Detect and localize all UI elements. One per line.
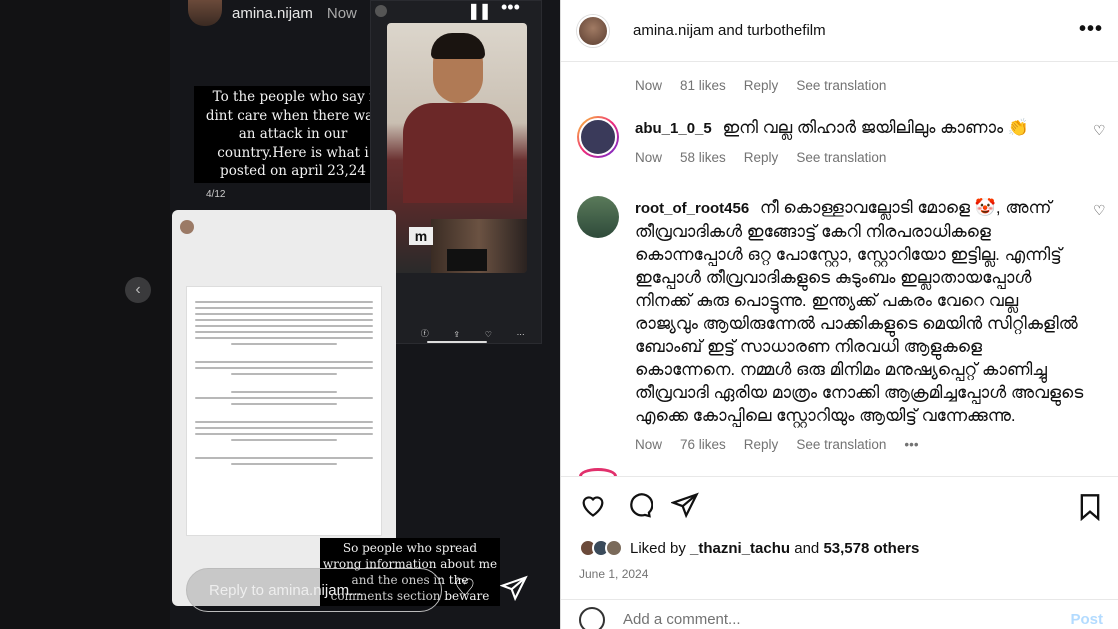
- story-time: Now: [326, 4, 357, 22]
- comment-likes[interactable]: 58 likes: [680, 146, 726, 169]
- liked-by-prefix: Liked by: [630, 539, 686, 557]
- avatar: [180, 220, 194, 234]
- facebook-icon[interactable]: ⓕ: [421, 328, 429, 339]
- pause-icon[interactable]: ❚❚: [467, 1, 492, 21]
- comment-text: ഇനി വല്ല തിഹാർ ജയിലിലും കാണാം 👏: [722, 118, 1030, 137]
- avatar: [375, 5, 387, 17]
- share-icon[interactable]: ⇪: [453, 330, 460, 339]
- like-icon[interactable]: [579, 491, 607, 524]
- avatar[interactable]: [577, 116, 619, 158]
- channel-logo: m: [409, 227, 433, 245]
- heart-icon[interactable]: ♡: [454, 574, 476, 603]
- add-comment-bar: Add a comment... Post: [561, 599, 1118, 629]
- comment-meta: Now 81 likes Reply See translation: [635, 78, 886, 93]
- comment-more-icon[interactable]: •••: [904, 433, 918, 456]
- video-thumbnail: m: [387, 23, 527, 273]
- story-viewer: ‹ amina.nijam Now To the people who say …: [0, 0, 560, 629]
- liked-by: Liked by _thazni_tachu and 53,578 others: [579, 539, 919, 557]
- document-page-image: [186, 286, 382, 536]
- heart-icon[interactable]: ♡: [1093, 122, 1106, 139]
- story-overlay-text: To the people who say i dint care when t…: [194, 86, 392, 183]
- video-card-actions: ✦ ⓕ ⇪ ♡ ⋯: [371, 309, 543, 339]
- liked-by-text: Liked by _thazni_tachu and 53,578 others: [630, 540, 919, 557]
- story-reply-input[interactable]: Reply to amina.nijam...: [186, 568, 442, 612]
- chevron-left-icon: ‹: [135, 281, 141, 298]
- comment-likes[interactable]: 81 likes: [680, 78, 726, 93]
- add-comment-input[interactable]: Add a comment...: [623, 611, 741, 628]
- comment-time: Now: [635, 437, 663, 452]
- story-counter: 4/12: [206, 189, 226, 200]
- liked-by-and: and: [794, 539, 820, 557]
- post-actions: Liked by _thazni_tachu and 53,578 others…: [561, 476, 1118, 629]
- post-authors[interactable]: amina.nijam and turbothefilm: [633, 22, 826, 39]
- liked-by-user[interactable]: _thazni_tachu: [690, 540, 790, 557]
- highlight-icon[interactable]: ♡: [485, 330, 492, 339]
- more-options-icon[interactable]: •••: [501, 0, 520, 18]
- protest-sign: [447, 249, 487, 271]
- reply-link[interactable]: Reply: [744, 78, 779, 93]
- see-translation-link[interactable]: See translation: [796, 433, 886, 456]
- comment-body: root_of_root456 നീ കൊള്ളാവല്ലോടി മോളെ 🤡,…: [635, 196, 1085, 456]
- reply-link[interactable]: Reply: [744, 433, 779, 456]
- backdrop: [0, 0, 170, 629]
- send-icon[interactable]: [499, 574, 528, 607]
- comment-username[interactable]: root_of_root456: [635, 200, 749, 217]
- more-options-icon[interactable]: •••: [1079, 18, 1103, 41]
- comment-username[interactable]: abu_1_0_5: [635, 120, 712, 137]
- post-button[interactable]: Post: [1070, 611, 1103, 628]
- clipped-comment-text: ———: [635, 52, 677, 60]
- home-indicator: [427, 341, 487, 343]
- story-username[interactable]: amina.nijam: [232, 5, 313, 22]
- previous-story-button[interactable]: ‹: [125, 277, 151, 303]
- story-avatar[interactable]: [188, 0, 222, 26]
- comment-icon[interactable]: [625, 491, 654, 524]
- avatar[interactable]: [577, 196, 619, 238]
- avatar: [605, 539, 623, 557]
- share-icon[interactable]: [670, 491, 699, 524]
- more-icon[interactable]: ⋯: [517, 330, 525, 339]
- story-header: amina.nijam Now: [188, 0, 357, 26]
- avatar[interactable]: [577, 14, 609, 47]
- comment-likes[interactable]: 76 likes: [680, 433, 726, 456]
- action-row: [579, 491, 699, 524]
- person-shape: [403, 103, 513, 203]
- post-date: June 1, 2024: [579, 567, 649, 581]
- see-translation-link[interactable]: See translation: [796, 78, 886, 93]
- person-hair-shape: [431, 33, 485, 59]
- liked-by-others[interactable]: 53,578 others: [823, 540, 919, 557]
- bookmark-icon[interactable]: [1077, 493, 1103, 526]
- reply-link[interactable]: Reply: [744, 146, 779, 169]
- comment-time: Now: [635, 150, 663, 165]
- comment-meta: Now 76 likes Reply See translation •••: [635, 433, 1085, 456]
- post-panel: amina.nijam and turbothefilm ••• ——— Now…: [560, 0, 1118, 629]
- see-translation-link[interactable]: See translation: [796, 146, 886, 169]
- heart-icon[interactable]: ♡: [1093, 202, 1106, 219]
- comment-time: Now: [635, 78, 663, 93]
- comment-meta: Now 58 likes Reply See translation: [635, 146, 1085, 169]
- document-header: [172, 210, 396, 244]
- story-frame: amina.nijam Now To the people who say i …: [170, 0, 560, 629]
- emoji-icon[interactable]: [579, 606, 605, 629]
- comment-text: നീ കൊള്ളാവല്ലോടി മോളെ 🤡, അന്ന് തീവ്രവാദി…: [635, 198, 1084, 425]
- comment-body: abu_1_0_5 ഇനി വല്ല തിഹാർ ജയിലിലും കാണാം …: [635, 116, 1085, 169]
